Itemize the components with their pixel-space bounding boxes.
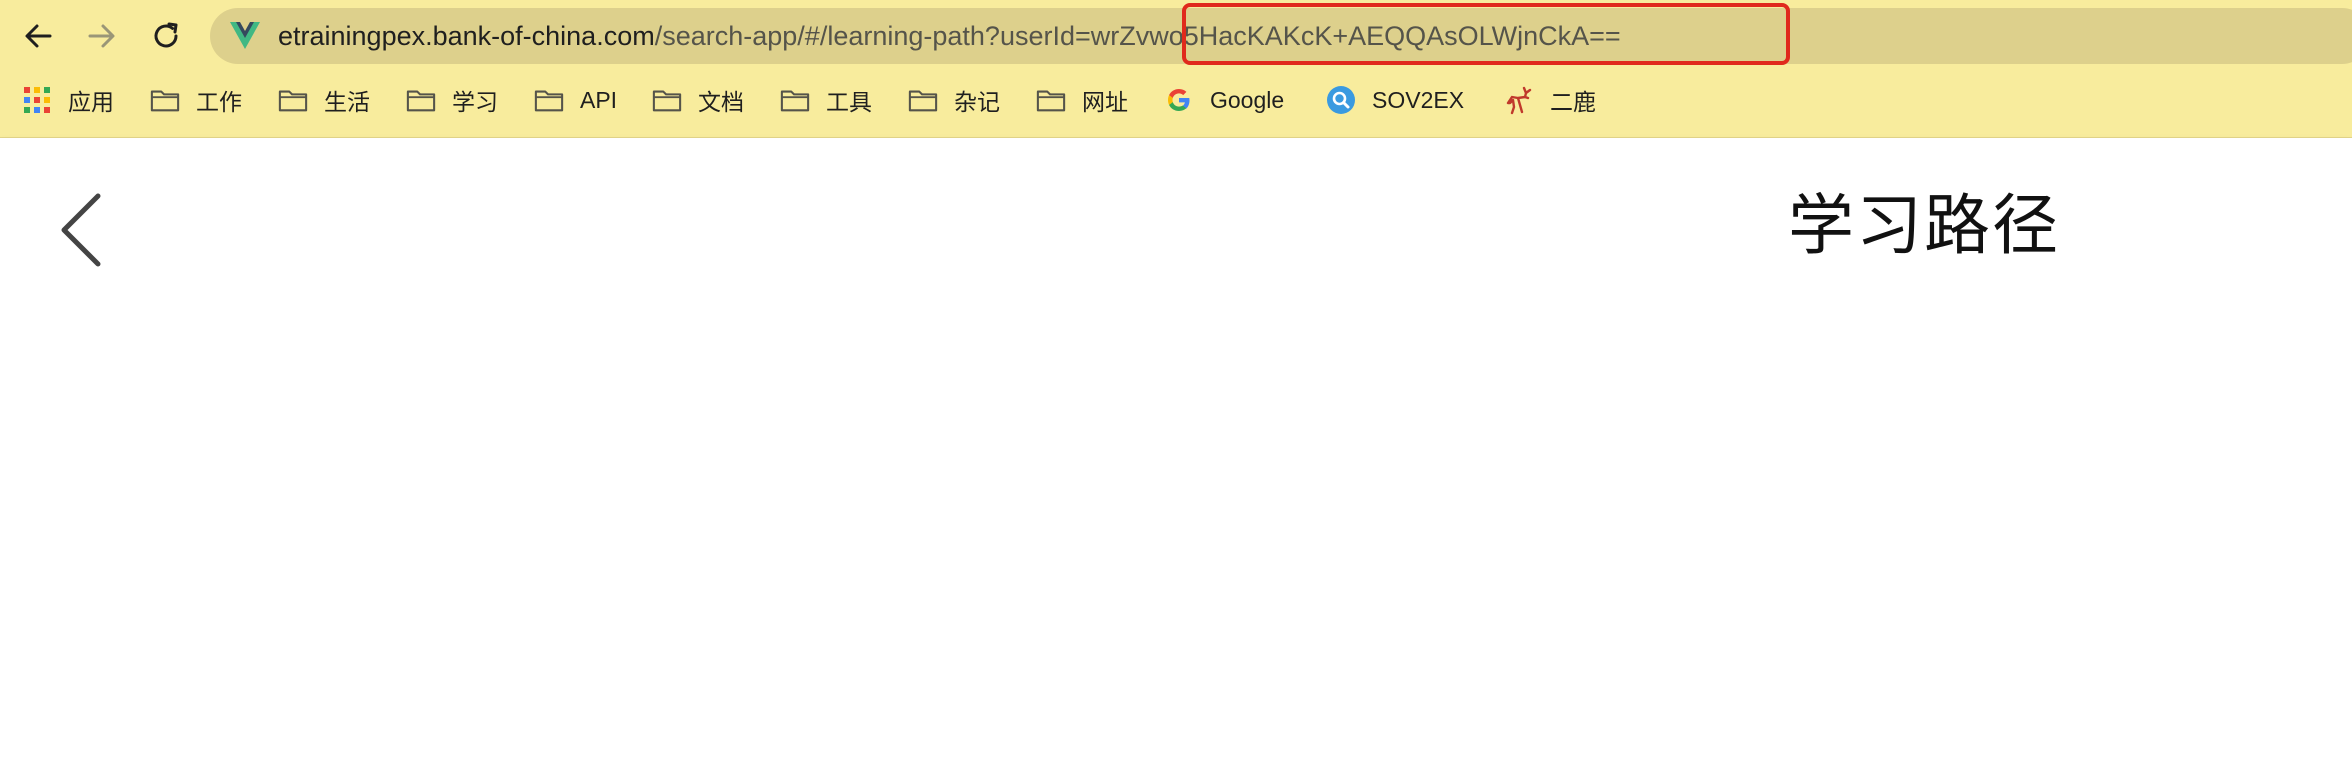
bookmarks-bar: 应用 工作 生活 学习 API 文档 工具 杂记 网址 Google SOV2E… <box>0 78 2352 122</box>
folder-icon <box>1036 85 1066 115</box>
arrow-right-icon <box>88 24 115 48</box>
bookmark-folder-study[interactable]: 学习 <box>406 78 498 122</box>
folder-icon <box>652 85 682 115</box>
reload-button[interactable] <box>146 16 186 56</box>
bookmark-folder-tools[interactable]: 工具 <box>780 78 872 122</box>
folder-icon <box>278 85 308 115</box>
chevron-left-icon[interactable] <box>54 190 110 270</box>
bookmark-label: 学习 <box>452 89 498 115</box>
address-bar[interactable]: etrainingpex.bank-of-china.com/search-ap… <box>210 8 2352 64</box>
folder-icon <box>908 85 938 115</box>
bookmark-folder-urls[interactable]: 网址 <box>1036 78 1128 122</box>
bookmark-folder-work[interactable]: 工作 <box>150 78 242 122</box>
bookmark-folder-api[interactable]: API <box>534 78 617 122</box>
bookmark-label: API <box>580 86 618 113</box>
search-badge-icon <box>1326 85 1356 115</box>
browser-toolbar: etrainingpex.bank-of-china.com/search-ap… <box>0 0 2352 72</box>
browser-chrome: etrainingpex.bank-of-china.com/search-ap… <box>0 0 2352 138</box>
folder-icon <box>406 85 436 115</box>
bookmark-label: 应用 <box>68 89 114 115</box>
bookmark-sov2ex[interactable]: SOV2EX <box>1326 78 1464 122</box>
bookmark-label: 工作 <box>196 89 242 115</box>
deer-icon <box>1504 85 1534 115</box>
back-button[interactable] <box>18 16 58 56</box>
bookmark-label: 生活 <box>324 89 370 115</box>
bookmark-folder-notes[interactable]: 杂记 <box>908 78 1000 122</box>
bookmark-label: 网址 <box>1082 89 1128 115</box>
page-title: 学习路径 <box>1788 187 2060 264</box>
bookmark-label: Google <box>1210 86 1285 113</box>
folder-icon <box>150 85 180 115</box>
page-content <box>0 314 2352 784</box>
folder-icon <box>534 85 564 115</box>
url-text[interactable]: etrainingpex.bank-of-china.com/search-ap… <box>278 8 1621 64</box>
url-path: /search-app/#/learning-path?userId= <box>654 21 1091 51</box>
app-header: 学习路径 <box>0 138 2352 314</box>
bookmark-label: 文档 <box>698 89 744 115</box>
bookmark-folder-docs[interactable]: 文档 <box>652 78 744 122</box>
vue-logo-icon <box>230 22 260 49</box>
apps-grid-icon <box>22 85 52 115</box>
google-icon <box>1164 85 1194 115</box>
bookmark-label: 杂记 <box>954 89 1000 115</box>
bookmark-label: SOV2EX <box>1372 86 1465 113</box>
forward-button[interactable] <box>82 16 122 56</box>
folder-icon <box>780 85 810 115</box>
url-domain: etrainingpex.bank-of-china.com <box>278 21 655 51</box>
bookmark-label: 二鹿 <box>1550 89 1596 115</box>
bookmark-folder-life[interactable]: 生活 <box>278 78 370 122</box>
url-user-id: wrZvwo5HacKAKcK+AEQQAsOLWjnCkA== <box>1090 21 1621 51</box>
bookmark-google[interactable]: Google <box>1164 78 1284 122</box>
bookmark-label: 工具 <box>826 89 872 115</box>
bookmark-erlu[interactable]: 二鹿 <box>1504 78 1596 122</box>
arrow-left-icon <box>25 24 52 48</box>
reload-icon <box>154 22 178 48</box>
bookmark-apps[interactable]: 应用 <box>22 78 114 122</box>
